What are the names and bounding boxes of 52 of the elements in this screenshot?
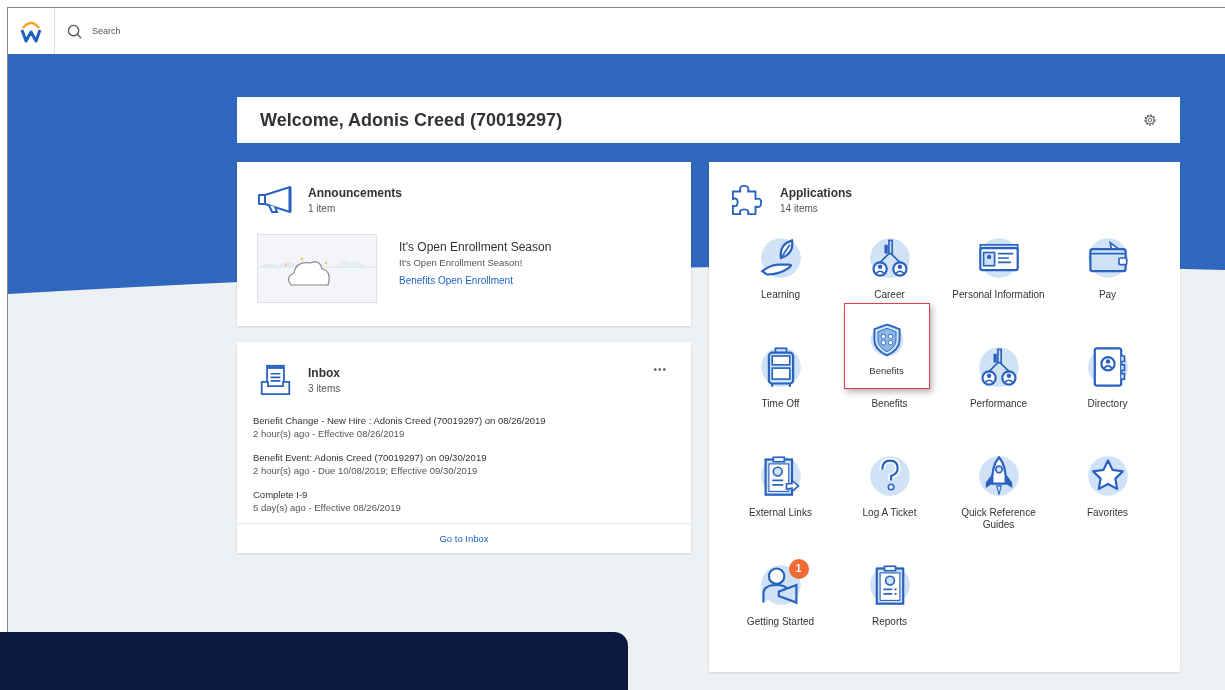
inbox-item-title[interactable]: Benefit Change - New Hire : Adonis Creed (70019297) on 08/26/2019 [253,415,675,426]
card-title: Announcements [308,186,402,200]
app-link[interactable]: Getting Started [746,616,815,628]
people-chart-icon [976,345,1021,389]
megaphone-icon [257,184,294,216]
more-button[interactable]: ••• [653,364,667,375]
item-count: 1 item [308,203,337,214]
logo-icon[interactable] [20,19,42,43]
rocket-icon [976,454,1021,498]
card-title: Inbox [308,366,341,380]
inbox-item-meta: 2 hour(s) ago - Effective 08/26/2019 [253,428,406,439]
app-link[interactable]: Personal Information [952,289,1045,301]
search-icon [67,23,82,39]
inbox-item-title[interactable]: Benefit Event: Adonis Creed (70019297) on 09/30/2019 [253,452,675,463]
clipboard-icon [758,454,803,498]
app-link[interactable]: External Links [749,507,812,519]
app-link[interactable]: Performance [969,398,1028,410]
inbox-link[interactable]: Go to Inbox [439,533,489,544]
people-chart-icon [867,236,912,280]
shield-icon [868,322,905,358]
app-link[interactable]: Benefits [871,398,908,410]
announcement-text: It's Open Enrollment Season! [399,257,524,268]
search-field[interactable]: Search [90,25,154,37]
leaf-hand-icon [758,236,803,280]
callout-label: Benefits [869,365,904,377]
inbox-item-meta: 5 day(s) ago - Effective 08/26/2019 [253,502,402,513]
app-link[interactable]: Log A Ticket [862,507,917,519]
enrollment-link[interactable]: Benefits Open Enrollment [399,275,513,286]
suitcase-icon [758,345,803,389]
app-link[interactable]: Time Off [761,398,800,410]
id-card-icon [976,236,1021,280]
item-count: 14 items [780,203,819,214]
question-mark-icon [867,454,912,498]
clipboard-icon [867,563,912,607]
settings-icon[interactable] [1142,112,1158,128]
app-link[interactable]: Favorites [1086,507,1129,519]
notification-badge: 1 [788,559,809,579]
person-megaphone-icon [758,563,803,607]
app-link[interactable]: Quick Reference Guides [948,507,1049,531]
app-link[interactable]: Reports [872,616,907,628]
card-title: Applications [780,186,852,200]
announcement-title: It's Open Enrollment Season [399,240,552,254]
address-book-icon [1085,345,1130,389]
app-link[interactable]: Pay [1098,289,1117,301]
welcome-title: Welcome, Adonis Creed (70019297) [260,109,563,131]
app-link[interactable]: Career [874,289,905,301]
inbox-item-title[interactable]: Complete I-9 [253,489,675,500]
inbox-item-meta: 2 hour(s) ago - Due 10/08/2019; Effective 09/30/2019 [253,465,479,476]
item-count: 3 items [308,383,341,394]
app-link[interactable]: Learning [761,289,800,301]
app-link[interactable]: Directory [1087,398,1128,410]
wallet-icon [1085,236,1130,280]
